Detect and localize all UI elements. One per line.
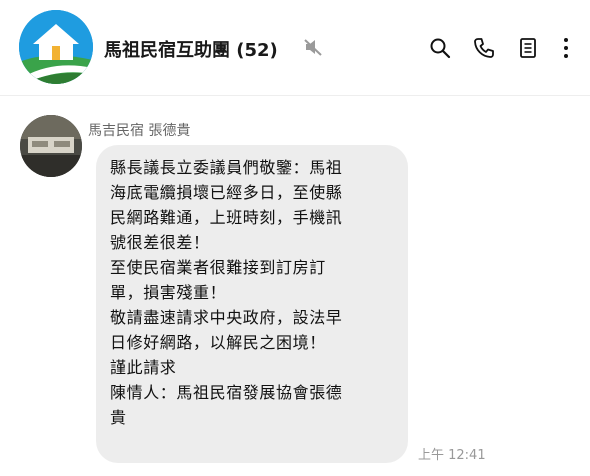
chat-header: 馬祖民宿互助團 (52) <box>0 0 590 96</box>
sender-photo <box>20 115 82 177</box>
phone-icon[interactable] <box>472 36 496 60</box>
house-logo-icon <box>19 10 93 84</box>
message-line: 敬請盡速請求中央政府，設法早 <box>110 308 343 327</box>
more-icon[interactable] <box>556 36 576 60</box>
notes-icon[interactable] <box>516 36 540 60</box>
message-line: 號很差很差！ <box>110 233 210 252</box>
group-name: 馬祖民宿互助團 <box>104 40 230 61</box>
message-line: 單，損害殘重！ <box>110 283 227 302</box>
message-line: 謹此請求 <box>110 358 177 377</box>
group-avatar[interactable] <box>19 10 93 84</box>
message-time: 上午 12:41 <box>418 448 486 463</box>
message-line: 民網路難通，上班時刻，手機訊 <box>110 208 343 227</box>
message-line: 陳情人：馬祖民宿發展協會張德 <box>110 383 343 402</box>
message-line: 至使民宿業者很難接到訂房訂 <box>110 258 326 277</box>
member-count: (52) <box>236 40 278 61</box>
message-bubble[interactable]: 縣長議長立委議員們敬鑒：馬祖 海底電纜損壞已經多日，至使縣 民網路難通，上班時刻… <box>96 145 408 463</box>
sender-avatar[interactable] <box>20 115 82 177</box>
message-line: 貴 <box>110 408 127 427</box>
mute-icon <box>304 39 322 56</box>
search-icon[interactable] <box>428 36 452 60</box>
group-title[interactable]: 馬祖民宿互助團 (52) <box>104 36 278 62</box>
message-line: 日修好網路，以解民之困境！ <box>110 333 326 352</box>
message-line: 縣長議長立委議員們敬鑒：馬祖 <box>110 158 343 177</box>
sender-name: 馬吉民宿 張德貴 <box>88 123 191 139</box>
message-line: 海底電纜損壞已經多日，至使縣 <box>110 183 343 202</box>
